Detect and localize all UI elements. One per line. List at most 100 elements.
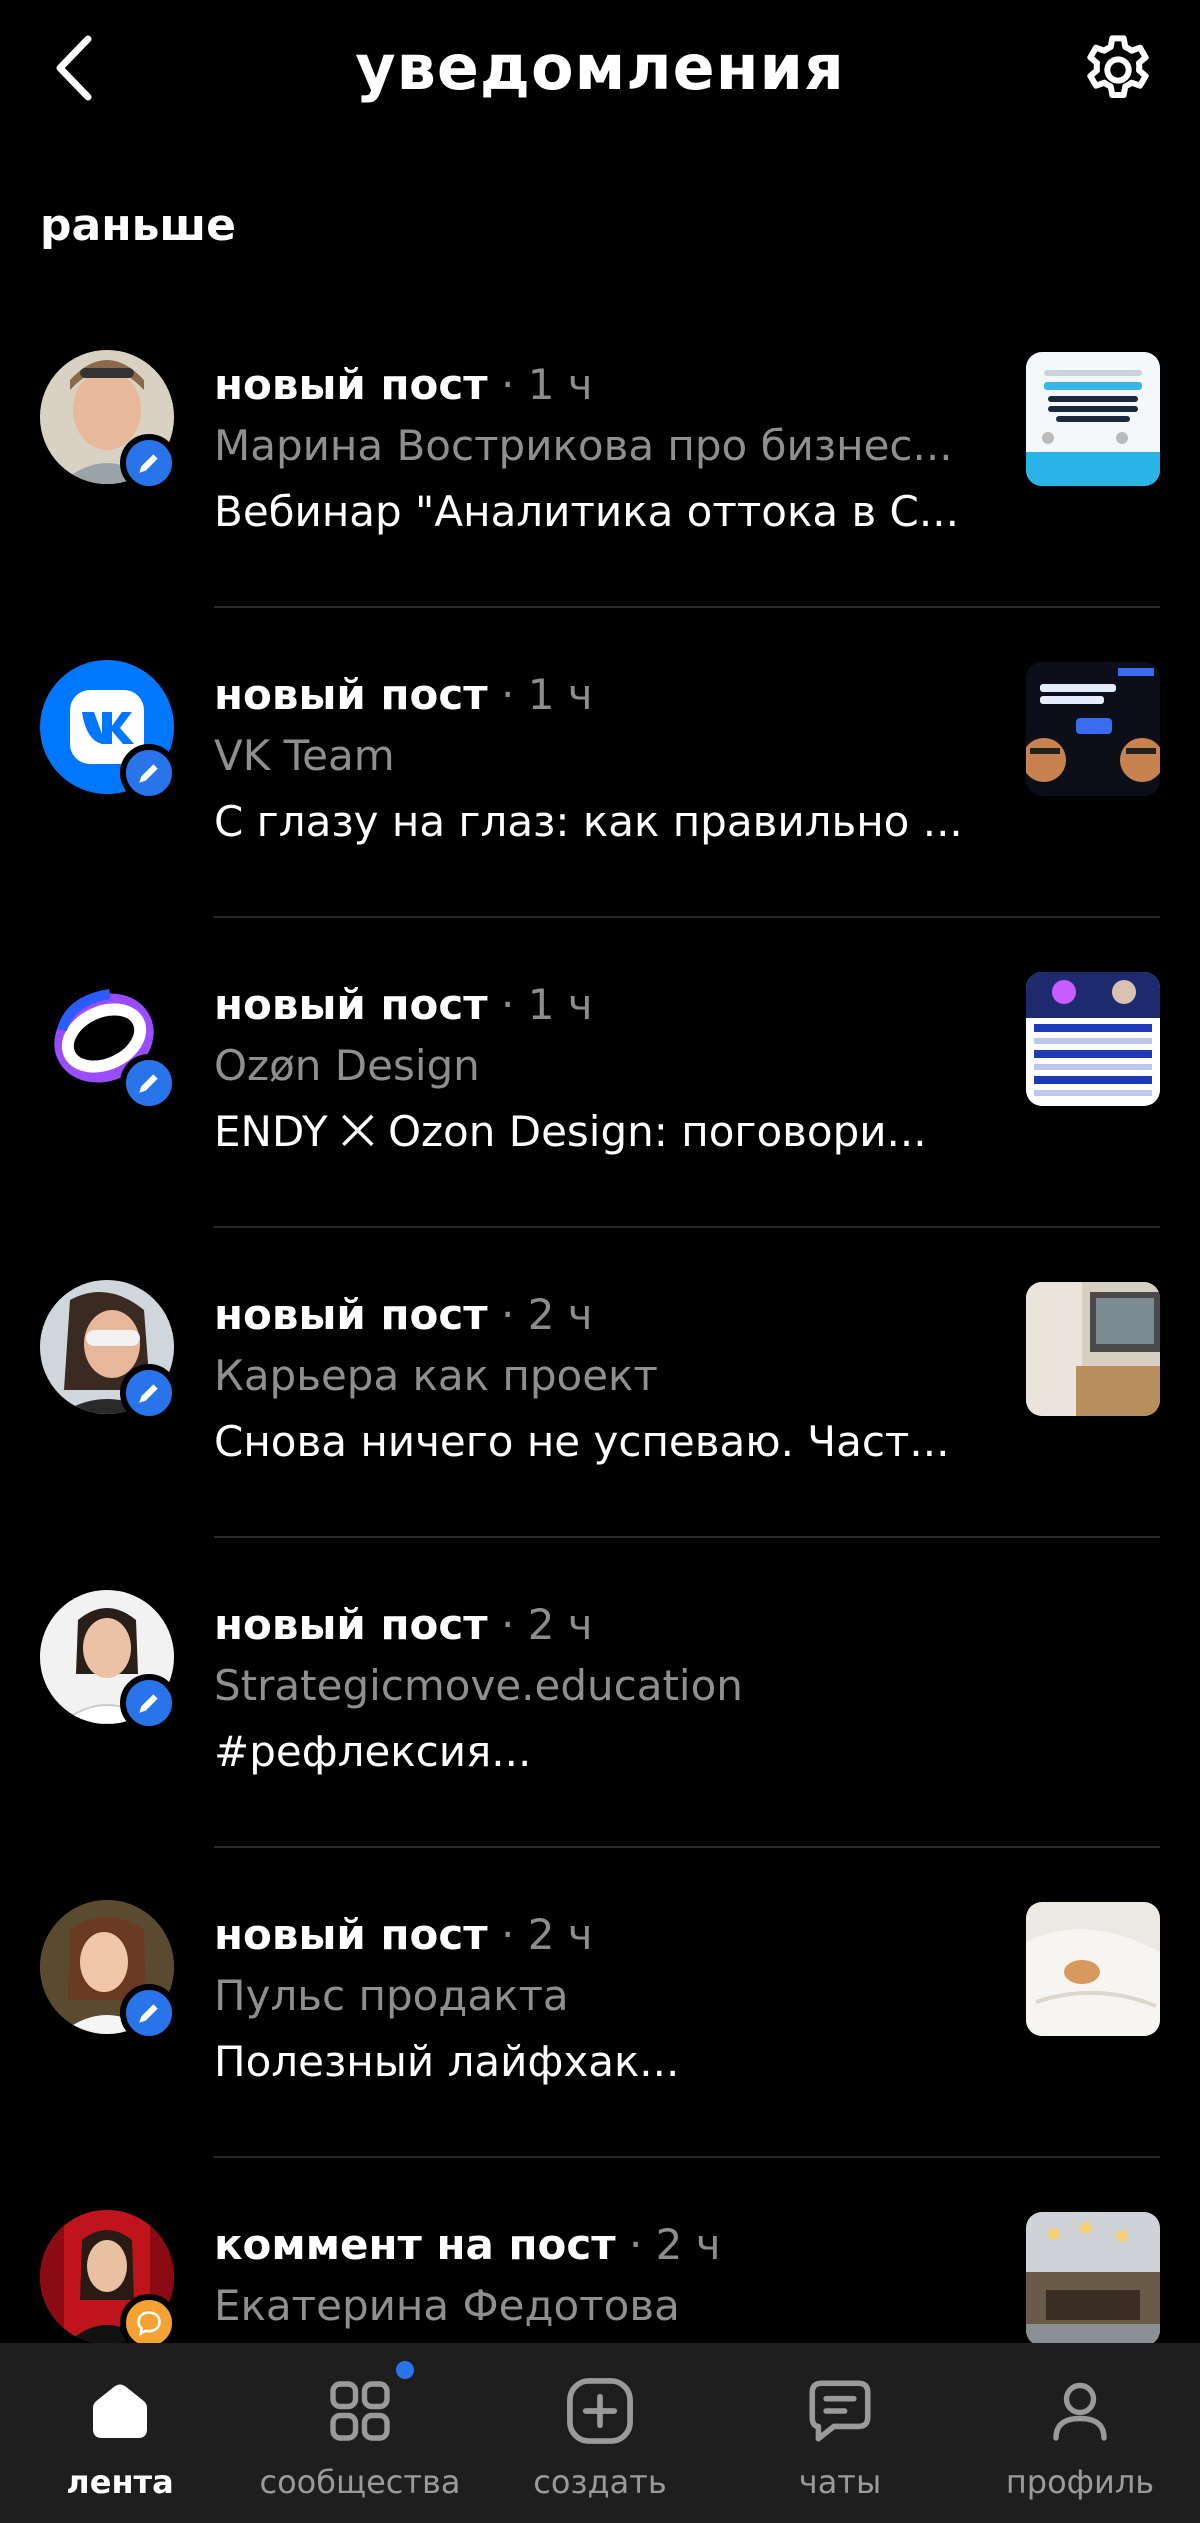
- nav-item-feed[interactable]: лента: [0, 2343, 240, 2523]
- pencil-badge: [120, 744, 178, 802]
- chat-icon: [809, 2380, 871, 2442]
- avatar-wrap: [40, 1280, 178, 1422]
- notification-type: новый пост: [214, 1600, 488, 1649]
- divider: [214, 606, 1160, 608]
- notification-source: Марина Вострикова про бизнес...: [214, 421, 953, 470]
- avatar-wrap: [40, 2210, 178, 2352]
- separator: ·: [628, 2220, 643, 2269]
- notification-source: VK Team: [214, 731, 395, 780]
- notification-source: Ozøn Design: [214, 1041, 480, 1090]
- nav-item-chats[interactable]: чаты: [720, 2343, 960, 2523]
- notification-type: новый пост: [214, 670, 488, 719]
- nav-label: сообщества: [259, 2463, 461, 2501]
- post-thumbnail[interactable]: [1026, 1902, 1160, 2036]
- pencil-badge: [120, 1984, 178, 2042]
- notification-dot: [396, 2361, 414, 2379]
- pencil-badge: [120, 1674, 178, 1732]
- nav-item-create[interactable]: создать: [480, 2343, 720, 2523]
- gear-icon: [1087, 35, 1149, 98]
- pencil-badge: [120, 1364, 178, 1422]
- pencil-badge: [120, 434, 178, 492]
- notification-preview: #рефлексия...: [214, 1727, 532, 1776]
- notification-time: 2 ч: [655, 2220, 721, 2269]
- notification-type: новый пост: [214, 1290, 488, 1339]
- divider: [214, 916, 1160, 918]
- comment-icon: [137, 2311, 161, 2336]
- notification-text: коммент на пост · 2 ч Екатерина Федотова: [214, 2216, 984, 2338]
- notification-time: 2 ч: [527, 1910, 593, 1959]
- notification-text: новый пост · 1 ч Ozøn Design ENDY ⨉ Ozon…: [214, 976, 984, 1166]
- plus-square-icon: [567, 2378, 633, 2444]
- notification-type: коммент на пост: [214, 2220, 616, 2269]
- separator: ·: [500, 1290, 515, 1339]
- notification-item[interactable]: новый пост · 2 ч Пульс продакта Полезный…: [0, 1900, 1200, 2210]
- avatar-wrap: [40, 1590, 178, 1732]
- notification-list: новый пост · 1 ч Марина Вострикова про б…: [0, 350, 1200, 2520]
- home-icon: [93, 2384, 147, 2438]
- notification-source: Пульс продакта: [214, 1971, 569, 2020]
- notification-time: 2 ч: [527, 1290, 593, 1339]
- nav-label: создать: [533, 2463, 667, 2501]
- header: уведомления: [0, 0, 1200, 150]
- notification-source: Карьера как проект: [214, 1351, 658, 1400]
- separator: ·: [500, 1910, 515, 1959]
- post-thumbnail[interactable]: [1026, 352, 1160, 486]
- notification-time: 1 ч: [527, 670, 593, 719]
- notification-item[interactable]: новый пост · 2 ч Карьера как проект Снов…: [0, 1280, 1200, 1590]
- notification-item[interactable]: новый пост · 1 ч VK Team С глазу на глаз…: [0, 660, 1200, 970]
- grid-icon: [330, 2381, 390, 2441]
- notification-item[interactable]: новый пост · 1 ч Марина Вострикова про б…: [0, 350, 1200, 660]
- settings-button[interactable]: [1076, 28, 1160, 112]
- pencil-icon: [139, 764, 158, 783]
- notification-preview: Вебинар "Аналитика оттока в С...: [214, 487, 959, 536]
- notification-item[interactable]: новый пост · 1 ч Ozøn Design ENDY ⨉ Ozon…: [0, 970, 1200, 1280]
- notification-time: 2 ч: [527, 1600, 593, 1649]
- separator: ·: [500, 980, 515, 1029]
- separator: ·: [500, 360, 515, 409]
- notification-preview: ENDY ⨉ Ozon Design: поговори...: [214, 1107, 927, 1156]
- notification-time: 1 ч: [527, 980, 593, 1029]
- bottom-navigation: лента сообщества создать чаты профиль: [0, 2343, 1200, 2523]
- pencil-icon: [139, 2004, 158, 2023]
- nav-item-profile[interactable]: профиль: [960, 2343, 1200, 2523]
- divider: [214, 1846, 1160, 1848]
- notification-text: новый пост · 1 ч VK Team С глазу на глаз…: [214, 666, 984, 856]
- avatar-wrap: [40, 1900, 178, 2042]
- nav-label: лента: [66, 2463, 174, 2501]
- notification-text: новый пост · 2 ч Карьера как проект Снов…: [214, 1286, 984, 1476]
- pencil-icon: [139, 1074, 158, 1093]
- notification-source: Strategicmove.education: [214, 1661, 743, 1710]
- notification-text: новый пост · 2 ч Пульс продакта Полезный…: [214, 1906, 984, 2096]
- separator: ·: [500, 670, 515, 719]
- notification-time: 1 ч: [527, 360, 593, 409]
- profile-icon: [1053, 2382, 1107, 2441]
- post-thumbnail[interactable]: [1026, 2212, 1160, 2346]
- nav-item-communities[interactable]: сообщества: [240, 2343, 480, 2523]
- page-title: уведомления: [355, 31, 845, 104]
- avatar-wrap: [40, 350, 178, 492]
- notification-type: новый пост: [214, 1910, 488, 1959]
- divider: [214, 1536, 1160, 1538]
- divider: [214, 1226, 1160, 1228]
- post-thumbnail[interactable]: [1026, 972, 1160, 1106]
- post-thumbnail[interactable]: [1026, 662, 1160, 796]
- separator: ·: [500, 1600, 515, 1649]
- pencil-icon: [139, 1384, 158, 1403]
- notification-type: новый пост: [214, 360, 488, 409]
- notification-source: Екатерина Федотова: [214, 2281, 680, 2330]
- pencil-icon: [139, 454, 158, 473]
- pencil-icon: [139, 1694, 158, 1713]
- nav-label: профиль: [1005, 2463, 1155, 2501]
- notification-item[interactable]: новый пост · 2 ч Strategicmove.education…: [0, 1590, 1200, 1900]
- divider: [214, 2156, 1160, 2158]
- notification-type: новый пост: [214, 980, 488, 1029]
- notification-text: новый пост · 1 ч Марина Вострикова про б…: [214, 356, 984, 546]
- post-thumbnail[interactable]: [1026, 1282, 1160, 1416]
- nav-label: чаты: [798, 2463, 882, 2501]
- notification-preview: Снова ничего не успеваю. Част...: [214, 1417, 950, 1466]
- avatar-wrap: [40, 660, 178, 802]
- notification-text: новый пост · 2 ч Strategicmove.education…: [214, 1596, 984, 1786]
- avatar-wrap: [40, 970, 178, 1112]
- pencil-badge: [120, 1054, 178, 1112]
- section-title: раньше: [40, 200, 236, 251]
